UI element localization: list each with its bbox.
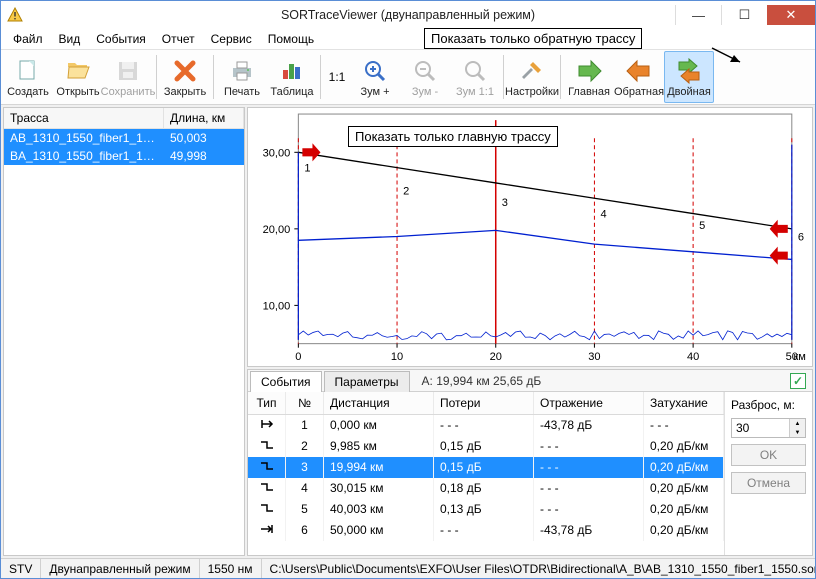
tab-params[interactable]: Параметры	[324, 371, 410, 392]
status-mode: Двунаправленный режим	[41, 559, 199, 578]
tracelist-col-len[interactable]: Длина, км	[164, 108, 244, 128]
svg-text:30,00: 30,00	[263, 147, 291, 159]
titlebar: SORTraceViewer (двунаправленный режим) —…	[1, 1, 815, 29]
spin-up-icon[interactable]: ▲	[789, 419, 805, 428]
svg-text:3: 3	[502, 197, 508, 209]
col-type[interactable]: Тип	[248, 392, 286, 414]
printer-icon	[229, 58, 255, 84]
svg-text:30: 30	[588, 351, 600, 363]
event-row[interactable]: 430,015 км0,18 дБ- - -0,20 дБ/км	[248, 478, 724, 499]
toolbar: Создать Открыть Сохранить Закрыть Печать…	[1, 49, 815, 105]
arrows-both-icon	[675, 58, 703, 84]
trace-row[interactable]: AB_1310_1550_fiber1_1… 50,003	[4, 129, 244, 147]
menubar: Файл Вид События Отчет Сервис Помощь	[1, 29, 815, 49]
print-button[interactable]: Печать	[217, 51, 267, 103]
callout-arrow-icon	[710, 46, 750, 66]
event-row[interactable]: 10,000 км- - --43,78 дБ- - -	[248, 415, 724, 436]
svg-text:40: 40	[687, 351, 699, 363]
window-title: SORTraceViewer (двунаправленный режим)	[1, 8, 815, 22]
status-stv: STV	[1, 559, 41, 578]
dual-trace-button[interactable]: Двойная	[664, 51, 714, 103]
ok-button[interactable]: OK	[731, 444, 806, 466]
menu-report[interactable]: Отчет	[154, 30, 203, 48]
event-row[interactable]: 650,000 км- - --43,78 дБ0,20 дБ/км	[248, 520, 724, 541]
table-button[interactable]: Таблица	[267, 51, 317, 103]
tools-icon	[519, 58, 545, 84]
save-icon	[115, 58, 141, 84]
zoom-in-button[interactable]: Зум +	[350, 51, 400, 103]
event-row[interactable]: 540,003 км0,13 дБ- - -0,20 дБ/км	[248, 499, 724, 520]
svg-text:4: 4	[600, 208, 606, 220]
back-trace-button[interactable]: Обратная	[614, 51, 664, 103]
open-button[interactable]: Открыть	[53, 51, 103, 103]
status-wavelength: 1550 нм	[200, 559, 262, 578]
callout-main-trace: Показать только главную трассу	[348, 126, 558, 147]
callout-reverse-trace: Показать только обратную трассу	[424, 28, 642, 49]
settings-button[interactable]: Настройки	[507, 51, 557, 103]
arrow-left-icon	[625, 58, 653, 84]
svg-text:6: 6	[798, 231, 804, 243]
zoom-out-button[interactable]: Зум -	[400, 51, 450, 103]
trace-chart[interactable]: 10,0020,0030,0001020304050км123456 Показ…	[247, 107, 813, 367]
save-button[interactable]: Сохранить	[103, 51, 153, 103]
svg-text:1: 1	[304, 162, 310, 174]
event-type-icon	[248, 499, 286, 520]
col-refl[interactable]: Отражение	[534, 392, 644, 414]
cursor-summary: A: 19,994 км 25,65 дБ	[422, 374, 542, 388]
trace-list: Трасса Длина, км AB_1310_1550_fiber1_1… …	[3, 107, 245, 556]
menu-help[interactable]: Помощь	[260, 30, 322, 48]
chart-bars-icon	[279, 58, 305, 84]
cancel-button[interactable]: Отмена	[731, 472, 806, 494]
menu-view[interactable]: Вид	[51, 30, 89, 48]
event-type-icon	[248, 520, 286, 541]
event-type-icon	[248, 436, 286, 457]
svg-text:20,00: 20,00	[263, 224, 291, 236]
zoom-reset-icon	[462, 58, 488, 84]
status-filepath: C:\Users\Public\Documents\EXFO\User File…	[262, 559, 815, 578]
col-loss[interactable]: Потери	[434, 392, 534, 414]
ratio-button[interactable]: 1:1	[324, 51, 350, 103]
col-dist[interactable]: Дистанция	[324, 392, 434, 414]
scatter-input[interactable]: 30 ▲▼	[731, 418, 806, 438]
tracelist-col-name[interactable]: Трасса	[4, 108, 164, 128]
event-type-icon	[248, 415, 286, 436]
col-att[interactable]: Затухание	[644, 392, 724, 414]
x-icon	[172, 58, 198, 84]
svg-text:5: 5	[699, 220, 705, 232]
svg-text:10: 10	[391, 351, 403, 363]
events-panel: События Параметры A: 19,994 км 25,65 дБ …	[247, 369, 813, 556]
svg-text:2: 2	[403, 185, 409, 197]
zoom-in-icon	[362, 58, 388, 84]
menu-events[interactable]: События	[88, 30, 154, 48]
col-no[interactable]: №	[286, 392, 324, 414]
event-row[interactable]: 319,994 км0,15 дБ- - -0,20 дБ/км	[248, 457, 724, 478]
spin-down-icon[interactable]: ▼	[789, 428, 805, 437]
svg-text:км: км	[793, 351, 805, 363]
trace-row[interactable]: BA_1310_1550_fiber1_1… 49,998	[4, 147, 244, 165]
zoom-out-icon	[412, 58, 438, 84]
new-file-icon	[15, 58, 41, 84]
create-button[interactable]: Создать	[3, 51, 53, 103]
events-table: Тип № Дистанция Потери Отражение Затухан…	[248, 392, 724, 555]
menu-service[interactable]: Сервис	[203, 30, 260, 48]
menu-file[interactable]: Файл	[5, 30, 51, 48]
event-row[interactable]: 29,985 км0,15 дБ- - -0,20 дБ/км	[248, 436, 724, 457]
zoom-11-button[interactable]: Зум 1:1	[450, 51, 500, 103]
svg-text:10,00: 10,00	[263, 300, 291, 312]
tab-events[interactable]: События	[250, 371, 322, 392]
svg-text:20: 20	[490, 351, 502, 363]
event-type-icon	[248, 478, 286, 499]
arrow-right-icon	[575, 58, 603, 84]
status-bar: STV Двунаправленный режим 1550 нм C:\Use…	[1, 558, 815, 578]
apply-check[interactable]: ✓	[790, 373, 806, 389]
close-file-button[interactable]: Закрыть	[160, 51, 210, 103]
scatter-label: Разброс, м:	[731, 398, 806, 412]
folder-open-icon	[65, 58, 91, 84]
svg-text:0: 0	[295, 351, 301, 363]
event-type-icon	[248, 457, 286, 478]
head-trace-button[interactable]: Главная	[564, 51, 614, 103]
